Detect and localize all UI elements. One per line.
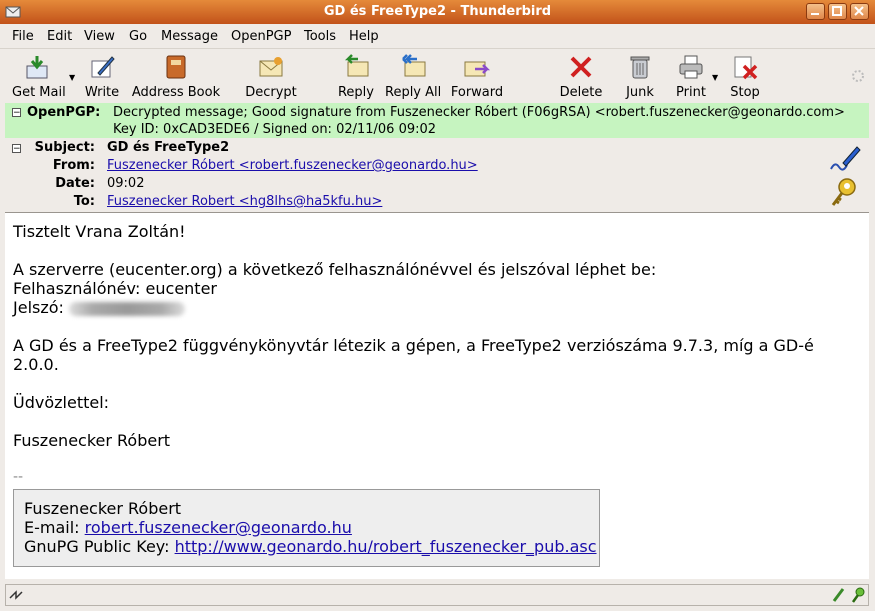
key-icon[interactable] (829, 177, 859, 209)
signed-status-icon[interactable] (831, 587, 845, 603)
menu-tools[interactable]: Tools (304, 29, 336, 44)
write-button[interactable]: Write (84, 53, 120, 100)
signature-separator: -- (13, 469, 24, 485)
menu-view[interactable]: View (84, 29, 115, 44)
close-button[interactable] (850, 3, 869, 20)
openpgp-status-bar: − OpenPGP: Decrypted message; Good signa… (5, 103, 869, 138)
password-line: Jelszó: (13, 298, 186, 317)
collapse-toggle-icon[interactable]: − (12, 108, 21, 118)
get-mail-dropdown-icon[interactable]: ▼ (69, 73, 75, 82)
message-body: Tisztelt Vrana Zoltán! A szerverre (euce… (5, 212, 869, 579)
signature-key-link[interactable]: http://www.geonardo.hu/robert_fuszenecke… (175, 537, 597, 556)
signature-name: Fuszenecker Róbert (24, 499, 182, 518)
body-line: A szerverre (eucenter.org) a következő f… (13, 260, 657, 279)
openpgp-status-text: Decrypted message; Good signature from F… (113, 105, 845, 120)
body-line: A GD és a FreeType2 függvénykönyvtár lét… (13, 336, 814, 355)
signature-key-line: GnuPG Public Key: http://www.geonardo.hu… (24, 537, 597, 556)
to-link[interactable]: Fuszenecker Robert <hg8lhs@ha5kfu.hu> (107, 194, 382, 209)
signature-pen-icon[interactable] (827, 143, 861, 173)
pen-icon (91, 56, 115, 78)
delete-button[interactable]: Delete (559, 53, 603, 100)
openpgp-label: OpenPGP: (27, 105, 101, 120)
mail-icon (26, 56, 48, 79)
signature-email-link[interactable]: robert.fuszenecker@geonardo.hu (85, 518, 352, 537)
menu-help[interactable]: Help (349, 29, 379, 44)
encrypted-status-icon[interactable] (851, 587, 865, 603)
menu-file[interactable]: File (12, 29, 34, 44)
menu-edit[interactable]: Edit (47, 29, 72, 44)
openpgp-key-info: Key ID: 0xCAD3EDE6 / Signed on: 02/11/06… (113, 122, 437, 137)
get-mail-button[interactable]: Get Mail (12, 53, 66, 100)
status-text-area (5, 584, 869, 606)
subject-value: GD és FreeType2 (107, 140, 230, 155)
signature-email-line: E-mail: robert.fuszenecker@geonardo.hu (24, 518, 352, 537)
toolbar: Get Mail ▼ Write Address Book Decrypt Re… (0, 48, 875, 103)
menu-bar: File Edit View Go Message OpenPGP Tools … (0, 24, 875, 47)
junk-button[interactable]: Junk (623, 53, 657, 100)
address-book-button[interactable]: Address Book (131, 53, 221, 100)
menu-message[interactable]: Message (161, 29, 218, 44)
printer-icon (679, 55, 703, 79)
print-dropdown-icon[interactable]: ▼ (712, 73, 718, 82)
greeting: Tisztelt Vrana Zoltán! (13, 222, 186, 241)
to-label: To: (73, 194, 95, 209)
stop-icon (734, 56, 758, 80)
closing: Üdvözlettel: (13, 393, 110, 412)
stop-button[interactable]: Stop (728, 53, 762, 100)
trash-icon (630, 56, 650, 79)
reply-button[interactable]: Reply (336, 53, 376, 100)
menu-openpgp[interactable]: OpenPGP (231, 29, 291, 44)
print-button[interactable]: Print (674, 53, 708, 100)
title-bar: GD és FreeType2 - Thunderbird (0, 0, 875, 24)
status-bar (0, 582, 875, 611)
throbber-icon (852, 70, 864, 82)
reply-all-button[interactable]: Reply All (385, 53, 441, 100)
forward-button[interactable]: Forward (449, 53, 505, 100)
minimize-button[interactable] (806, 3, 825, 20)
reply-icon (344, 54, 369, 77)
sender-name: Fuszenecker Róbert (13, 431, 171, 450)
body-line: Felhasználónév: eucenter (13, 279, 217, 298)
from-link[interactable]: Fuszenecker Róbert <robert.fuszenecker@g… (107, 158, 478, 173)
from-label: From: (52, 158, 95, 173)
envelope-icon (259, 57, 283, 77)
forward-icon (464, 61, 491, 77)
online-status-icon[interactable] (8, 588, 24, 602)
date-label: Date: (55, 176, 95, 191)
reply-all-icon (402, 54, 426, 77)
message-headers: − Subject: GD és FreeType2 From: Fuszene… (5, 139, 869, 212)
body-line: 2.0.0. (13, 355, 59, 374)
blurred-password (69, 301, 186, 316)
decrypt-button[interactable]: Decrypt (244, 53, 298, 100)
maximize-button[interactable] (828, 3, 847, 20)
window-title: GD és FreeType2 - Thunderbird (323, 4, 552, 19)
menu-go[interactable]: Go (129, 29, 147, 44)
book-icon (166, 55, 186, 79)
date-value: 09:02 (107, 176, 145, 191)
delete-icon (570, 56, 592, 78)
signature-box: Fuszenecker Róbert E-mail: robert.fuszen… (13, 489, 600, 567)
subject-label: Subject: (34, 140, 95, 155)
